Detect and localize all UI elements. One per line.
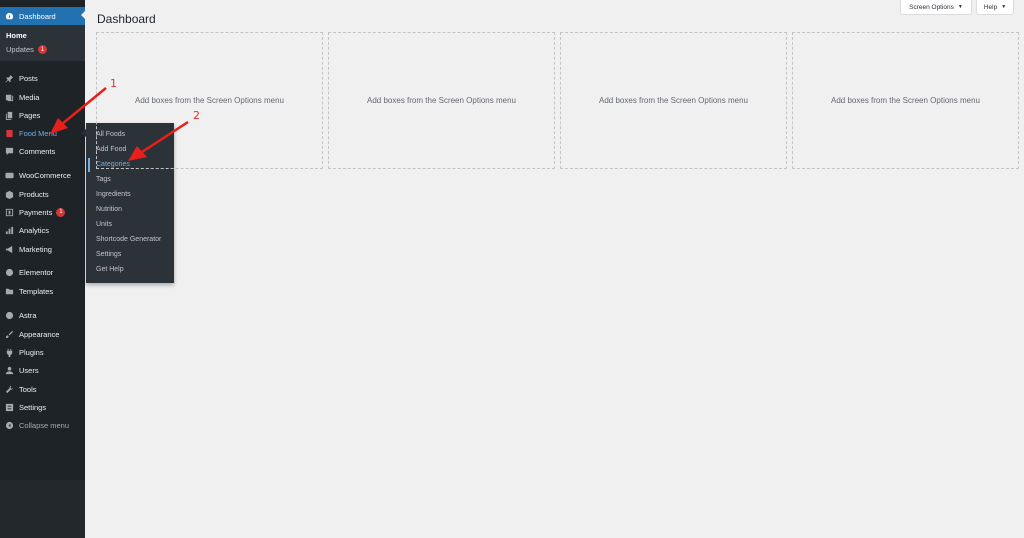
- sidebar-item-products[interactable]: Products: [0, 185, 85, 203]
- sidebar-item-label: Posts: [19, 73, 38, 83]
- submenu-updates[interactable]: Updates 1: [6, 45, 47, 54]
- users-icon: [5, 366, 14, 375]
- dashboard-icon: [5, 12, 14, 21]
- sidebar-item-label: Food Menu: [19, 128, 57, 138]
- screen-options-button[interactable]: Screen Options ▼: [900, 0, 972, 15]
- box-placeholder-text: Add boxes from the Screen Options menu: [367, 96, 516, 105]
- submenu-updates-label: Updates: [6, 45, 34, 54]
- annotation-label-1: 1: [110, 77, 117, 90]
- sidebar-item-settings[interactable]: Settings: [0, 398, 85, 416]
- sidebar-item-pages[interactable]: Pages: [0, 106, 85, 124]
- sidebar-item-label: Media: [19, 92, 40, 102]
- sidebar-item-marketing[interactable]: Marketing: [0, 240, 85, 258]
- sidebar-item-label: Marketing: [19, 244, 52, 254]
- flyout-item-shortcode-generator[interactable]: Shortcode Generator: [96, 236, 161, 243]
- sidebar-item-appearance[interactable]: Appearance: [0, 325, 85, 343]
- flyout-item-nutrition[interactable]: Nutrition: [96, 206, 122, 213]
- pin-icon: [5, 74, 14, 83]
- screen-options-label: Screen Options: [909, 3, 954, 11]
- caret-down-icon: ▼: [1001, 4, 1007, 10]
- sidebar-item-woocommerce[interactable]: WooCommerce: [0, 166, 85, 184]
- food-menu-icon: [5, 129, 14, 138]
- help-label: Help: [983, 3, 998, 11]
- payments-badge: 1: [56, 207, 66, 217]
- sidebar-item-label: Appearance: [19, 329, 60, 339]
- dashboard-box-placeholder: Add boxes from the Screen Options menu: [96, 32, 323, 169]
- templates-icon: [5, 287, 14, 296]
- plugins-icon: [5, 348, 14, 357]
- annotation-label-2: 2: [193, 109, 200, 122]
- flyout-item-settings[interactable]: Settings: [96, 251, 121, 258]
- sidebar-item-plugins[interactable]: Plugins: [0, 343, 85, 361]
- admin-sidebar: Dashboard Home Updates 1 Posts Media Pag…: [0, 0, 85, 538]
- flyout-current-indicator: [88, 158, 90, 172]
- flyout-item-units[interactable]: Units: [96, 221, 112, 228]
- sidebar-item-media[interactable]: Media: [0, 88, 85, 106]
- sidebar-bottom-fill: [0, 480, 85, 538]
- elementor-icon: [5, 268, 14, 277]
- sidebar-item-food-menu[interactable]: Food Menu: [0, 124, 85, 142]
- flyout-item-get-help[interactable]: Get Help: [96, 266, 124, 273]
- woocommerce-icon: [5, 171, 14, 180]
- sidebar-item-users[interactable]: Users: [0, 361, 85, 379]
- marketing-icon: [5, 245, 14, 254]
- sidebar-item-label: Plugins: [19, 347, 44, 357]
- sidebar-item-templates[interactable]: Templates: [0, 282, 85, 300]
- updates-badge: 1: [37, 45, 47, 54]
- sidebar-item-label: Elementor: [19, 267, 54, 277]
- dashboard-box-placeholder: Add boxes from the Screen Options menu: [792, 32, 1019, 169]
- sidebar-item-elementor[interactable]: Elementor: [0, 263, 85, 281]
- sidebar-item-payments[interactable]: Payments 1: [0, 203, 85, 221]
- caret-down-icon: ▼: [957, 4, 963, 10]
- sidebar-item-tools[interactable]: Tools: [0, 380, 85, 398]
- sidebar-item-label: Collapse menu: [19, 420, 70, 430]
- page-title: Dashboard: [97, 12, 156, 26]
- sidebar-item-posts[interactable]: Posts: [0, 69, 85, 87]
- active-indicator: [81, 11, 85, 19]
- sidebar-item-astra[interactable]: Astra: [0, 306, 85, 324]
- submenu-home[interactable]: Home: [6, 31, 27, 40]
- sidebar-item-label: WooCommerce: [19, 170, 71, 180]
- sidebar-item-label: Astra: [19, 310, 37, 320]
- sidebar-item-dashboard[interactable]: Dashboard: [0, 7, 85, 25]
- astra-icon: [5, 311, 14, 320]
- flyout-item-tags[interactable]: Tags: [96, 176, 111, 183]
- sidebar-item-label: Comments: [19, 146, 56, 156]
- sidebar-item-label: Pages: [19, 110, 41, 120]
- sidebar-item-analytics[interactable]: Analytics: [0, 221, 85, 239]
- appearance-icon: [5, 330, 14, 339]
- sidebar-item-label: Tools: [19, 384, 37, 394]
- tools-icon: [5, 385, 14, 394]
- sidebar-item-label: Products: [19, 189, 49, 199]
- sidebar-item-label: Users: [19, 365, 39, 375]
- comments-icon: [5, 147, 14, 156]
- sidebar-item-label: Templates: [19, 286, 54, 296]
- payments-icon: [5, 208, 14, 217]
- products-icon: [5, 190, 14, 199]
- pages-icon: [5, 111, 14, 120]
- box-placeholder-text: Add boxes from the Screen Options menu: [599, 96, 748, 105]
- settings-icon: [5, 403, 14, 412]
- box-placeholder-text: Add boxes from the Screen Options menu: [831, 96, 980, 105]
- sidebar-item-label: Payments: [19, 207, 53, 217]
- sidebar-item-label: Dashboard: [19, 11, 56, 21]
- flyout-item-ingredients[interactable]: Ingredients: [96, 191, 131, 198]
- sidebar-item-label: Analytics: [19, 225, 50, 235]
- dashboard-box-placeholder: Add boxes from the Screen Options menu: [328, 32, 555, 169]
- sidebar-item-label: Settings: [19, 402, 47, 412]
- dashboard-box-placeholder: Add boxes from the Screen Options menu: [560, 32, 787, 169]
- box-placeholder-text: Add boxes from the Screen Options menu: [135, 96, 284, 105]
- help-button[interactable]: Help ▼: [976, 0, 1014, 15]
- media-icon: [5, 93, 14, 102]
- collapse-icon: [5, 421, 14, 430]
- analytics-icon: [5, 226, 14, 235]
- sidebar-item-comments[interactable]: Comments: [0, 142, 85, 160]
- sidebar-collapse-menu[interactable]: Collapse menu: [0, 416, 85, 434]
